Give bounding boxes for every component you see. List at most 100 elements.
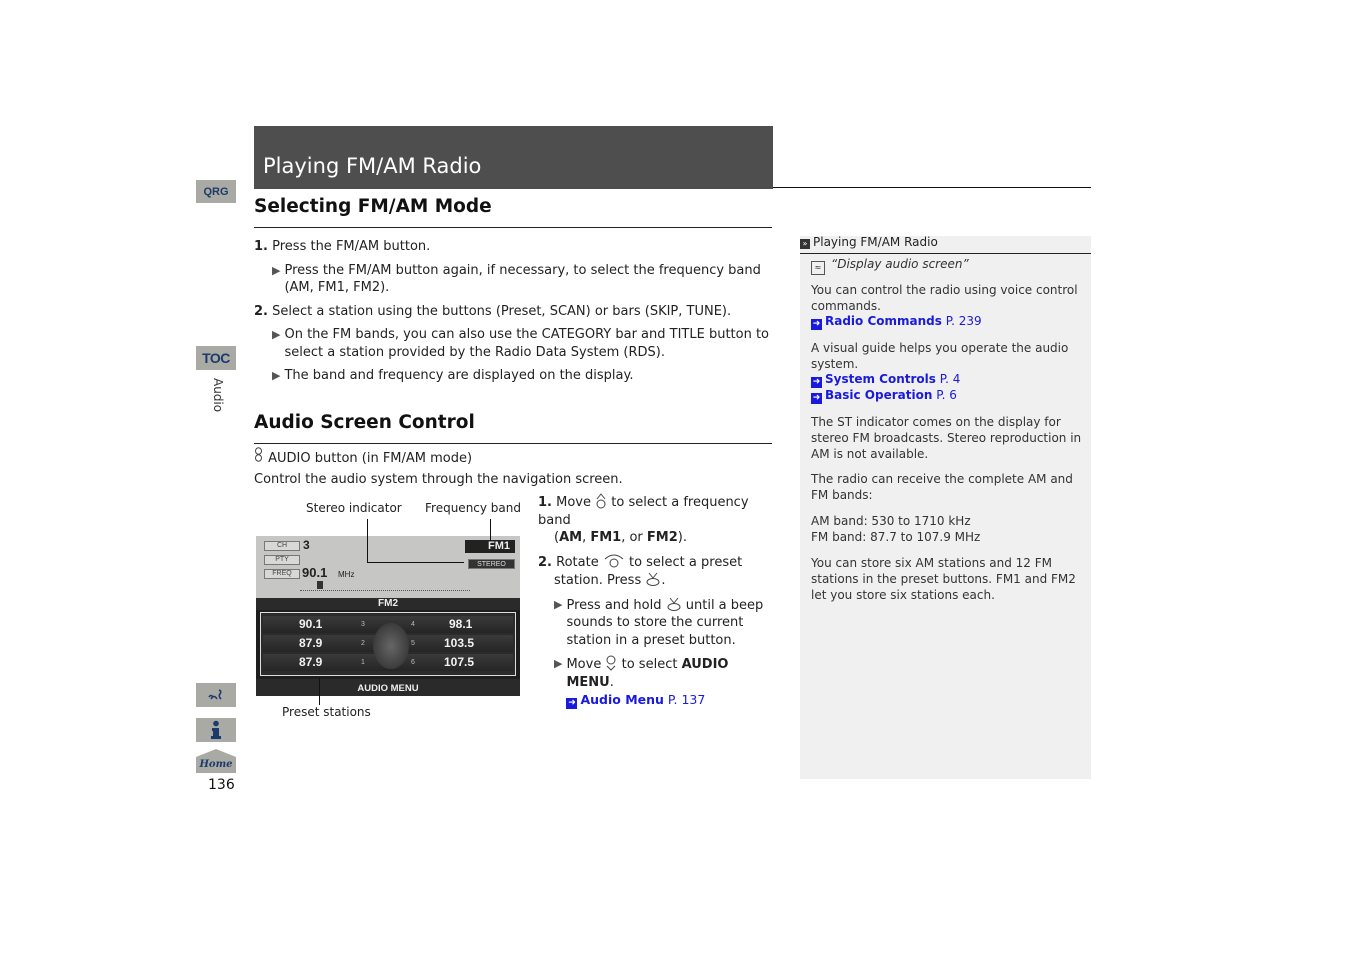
qrg-tab[interactable]: QRG: [196, 180, 236, 203]
audio-button-ref: AUDIO button (in FM/AM mode): [254, 447, 774, 468]
rotate-icon: [604, 554, 624, 567]
title-rule: [773, 187, 1091, 188]
screen-preset-band: FM2: [256, 598, 520, 610]
step-2-sub-1: ▶ On the FM bands, you can also use the C…: [254, 326, 774, 361]
audio-menu-link[interactable]: ➜ Audio Menu P. 137: [566, 692, 705, 709]
period: .: [661, 573, 666, 588]
triangle-bullet-icon: ▶: [272, 369, 281, 382]
preset-freq: 98.1: [449, 617, 473, 631]
move-down-icon: [606, 655, 616, 671]
screen-freq-label: FREQ: [264, 569, 300, 579]
sidebar-heading: » Playing FM/AM Radio: [800, 235, 1091, 253]
link-arrow-icon: ➜: [566, 698, 578, 709]
step-text: Rotate: [556, 554, 599, 570]
voice-command-icon: ≈: [811, 261, 825, 275]
screen-pty-label: PTY: [264, 555, 300, 565]
preset-number: 4: [411, 621, 415, 628]
link-label: System Controls: [825, 372, 936, 386]
screen-audio-menu: AUDIO MENU: [256, 679, 520, 696]
page-title: Playing FM/AM Radio: [263, 154, 482, 178]
link-arrow-icon: ➜: [811, 393, 822, 404]
screen-ch-label: CH: [264, 541, 300, 551]
step-number: 2.: [538, 554, 552, 570]
audio-screen-image: CH 3 PTY FREQ 90.1 MHz FM1 STEREO FM2 90…: [256, 536, 520, 696]
link-arrow-icon: ➜: [811, 319, 822, 330]
info-tab[interactable]: [196, 718, 236, 742]
home-label: Home: [199, 758, 233, 770]
step-2-sub-2: ▶ The band and frequency are displayed on…: [254, 367, 774, 385]
preset-number: 1: [361, 659, 365, 666]
preset-freq: 107.5: [444, 655, 475, 669]
sub-text: Move to select AUDIO MENU. ➜ Audio Menu P…: [566, 655, 774, 710]
basic-operation-link[interactable]: ➜ Basic Operation P. 6: [811, 387, 1083, 404]
home-tab[interactable]: Home: [196, 749, 236, 773]
step-text: station. Press: [554, 573, 642, 588]
sidebar-fm-band: FM band: 87.7 to 107.9 MHz: [811, 530, 981, 544]
audio-step-2: 2. Rotate to select a preset station. Pr…: [538, 553, 774, 590]
step-text: Select a station using the buttons (Pres…: [272, 303, 732, 319]
screen-stereo-indicator: STEREO: [468, 559, 515, 569]
audio-step-2-sub-1: ▶ Press and hold until a beep sounds to …: [538, 596, 774, 650]
screen-freq-unit: MHz: [338, 570, 355, 579]
section-heading-audio-screen: Audio Screen Control: [254, 412, 475, 433]
audio-step-2-sub-2: ▶ Move to select AUDIO MENU. ➜ Audio Menu…: [538, 655, 774, 710]
tuning-scale: [300, 590, 470, 592]
sidebar-heading-text: Playing FM/AM Radio: [813, 235, 938, 249]
radio-commands-link[interactable]: ➜ Radio Commands P. 239: [811, 313, 1083, 330]
callout-line-stereo: [367, 519, 368, 563]
screen-band-indicator: FM1: [465, 540, 515, 553]
sub-text: Press and hold until a beep sounds to st…: [566, 596, 774, 650]
press-icon: [646, 572, 660, 586]
callout-preset-stations: Preset stations: [282, 705, 371, 719]
sub-text-a: Press and hold: [566, 597, 662, 613]
band-am: AM: [559, 530, 583, 545]
link-label: Audio Menu: [580, 692, 664, 707]
preset-freq: 90.1: [299, 617, 323, 631]
step-number: 1.: [254, 239, 268, 254]
link-page: P. 6: [936, 388, 957, 402]
sidebar-voice-command: ≈ “Display audio screen”: [811, 256, 1083, 275]
step-2: 2. Select a station using the buttons (P…: [254, 303, 774, 321]
step-text: Press the FM/AM button.: [272, 239, 431, 254]
move-up-icon: [596, 493, 606, 509]
link-label: Radio Commands: [825, 314, 942, 328]
sub-text: The band and frequency are displayed on …: [284, 368, 634, 383]
separator: , or: [621, 530, 647, 545]
sidebar-para-bands: The radio can receive the complete AM an…: [811, 472, 1073, 502]
audio-button-icon: [254, 447, 264, 468]
step-1: 1. Press the FM/AM button.: [254, 238, 774, 256]
page-number: 136: [208, 777, 235, 793]
section-label: Audio: [211, 378, 225, 413]
step-2-cont: station. Press .: [538, 571, 774, 590]
sidebar-para-presets: You can store six AM stations and 12 FM …: [811, 556, 1076, 602]
preset-freq: 87.9: [299, 636, 323, 650]
audio-steps: 1. Move to select a frequency band (AM, …: [538, 493, 774, 710]
period: .: [609, 674, 614, 690]
knob-graphic: [373, 623, 409, 669]
audio-intro: Control the audio system through the nav…: [254, 472, 623, 487]
triangle-bullet-icon: ▶: [272, 263, 281, 277]
band-fm1: FM1: [590, 530, 622, 545]
system-controls-link[interactable]: ➜ System Controls P. 4: [811, 371, 1083, 388]
sidebar-para-stereo: The ST indicator comes on the display fo…: [811, 415, 1082, 461]
sub-text-b: to select: [621, 657, 678, 672]
voice-command-tab[interactable]: [196, 683, 236, 707]
sub-text: On the FM bands, you can also use the CA…: [284, 327, 770, 360]
step-number: 2.: [254, 303, 268, 319]
callout-line-stereo: [367, 562, 464, 563]
section-heading-selecting-mode: Selecting FM/AM Mode: [254, 196, 492, 217]
triangle-bullet-icon: ▶: [554, 597, 563, 611]
sidebar-para-visual-guide: A visual guide helps you operate the aud…: [811, 341, 1069, 371]
triangle-bullet-icon: ▶: [554, 657, 563, 670]
paren: ).: [677, 530, 688, 545]
screen-info-area: CH 3 PTY FREQ 90.1 MHz FM1 STEREO: [256, 536, 520, 598]
callout-frequency-band: Frequency band: [425, 501, 521, 515]
preset-number: 5: [411, 640, 415, 647]
step-number: 1.: [538, 495, 552, 510]
step-text: to select a preset: [628, 554, 743, 570]
voice-command-icon: [208, 689, 222, 700]
section-rule: [254, 443, 772, 444]
preset-number: 2: [361, 640, 365, 647]
sidebar-rule: [800, 253, 1091, 254]
toc-tab[interactable]: TOC: [196, 346, 236, 370]
